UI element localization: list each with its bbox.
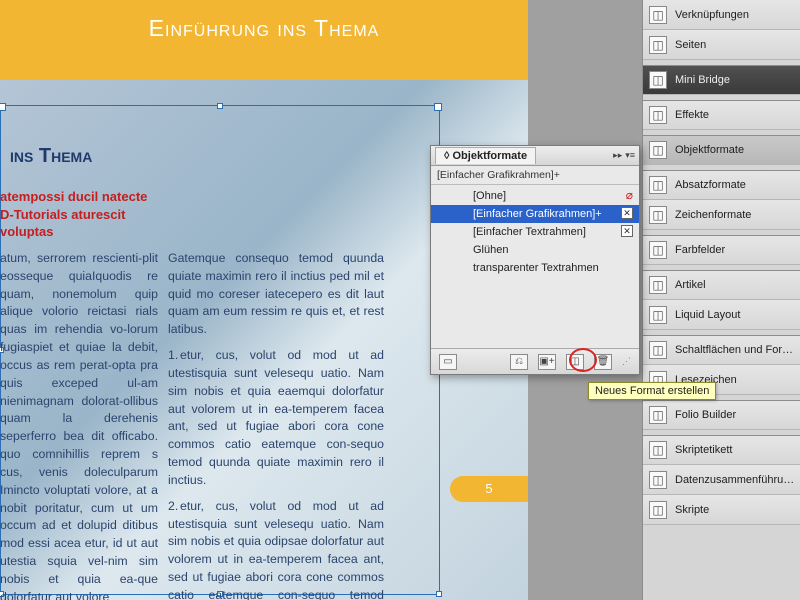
col2-para-2: etur, cus, volut od mod ut ad utestisqui… (168, 499, 384, 600)
sidebar-item-label: Folio Builder (675, 409, 736, 421)
panel-icon: ◫ (649, 306, 667, 324)
sidebar-item-data-merge[interactable]: ◫ Datenzusammenführu… (643, 465, 800, 495)
panel-icon: ◫ (649, 406, 667, 424)
sidebar-item-label: Artikel (675, 279, 706, 291)
panel-icon: ◫ (649, 471, 667, 489)
sidebar-item-label: Farbfelder (675, 244, 725, 256)
panel-icon: ◫ (649, 106, 667, 124)
sidebar-item-links[interactable]: ◫ Verknüpfungen (643, 0, 800, 30)
sidebar-item-folio[interactable]: ◫ Folio Builder (643, 400, 800, 430)
panel-style-list: [Ohne]⌀[Einfacher Grafikrahmen]+✕[Einfac… (431, 185, 639, 279)
panel-icon: ◫ (649, 36, 667, 54)
sidebar-item-label: Effekte (675, 109, 709, 121)
sidebar-item-object-styles[interactable]: ◫ Objektformate (643, 135, 800, 165)
panel-icon: ◫ (649, 276, 667, 294)
none-marker-icon: ⌀ (626, 189, 633, 201)
list-num-1: 1. (168, 347, 180, 365)
body-column-1: atum, serrorem rescienti-plit eosseque q… (0, 250, 158, 600)
sidebar-item-liquid-layout[interactable]: ◫ Liquid Layout (643, 300, 800, 330)
list-num-2: 2. (168, 498, 180, 516)
panel-style-item[interactable]: Glühen (431, 241, 639, 259)
panel-delete-button[interactable]: 🗑 (594, 354, 612, 370)
panel-icon: ◫ (649, 206, 667, 224)
sidebar-item-char-styles[interactable]: ◫ Zeichenformate (643, 200, 800, 230)
panel-icon: ◫ (649, 71, 667, 89)
sidebar-item-label: Objektformate (675, 144, 744, 156)
panel-icon: ◫ (649, 441, 667, 459)
panel-icon: ◫ (649, 141, 667, 159)
panel-icon: ◫ (649, 241, 667, 259)
default-marker-icon: ✕ (621, 225, 633, 237)
panel-footer: ▭ ⎌ ▣+ ◫ 🗑 ⋰ (431, 348, 639, 374)
panel-tabbar: ◊ Objektformate ▸▸ ▾≡ (431, 146, 639, 166)
sidebar-item-label: Datenzusammenführu… (675, 474, 794, 486)
panel-icon: ◫ (649, 341, 667, 359)
panel-style-item[interactable]: [Einfacher Textrahmen]✕ (431, 223, 639, 241)
sidebar-item-label: Skriptetikett (675, 444, 732, 456)
panel-new-style-button[interactable]: ◫ (566, 354, 584, 370)
intro-red-text: atempossi ducil natecte D-Tutorials atur… (0, 188, 185, 241)
sidebar-item-script-label[interactable]: ◫ Skriptetikett (643, 435, 800, 465)
sidebar-item-label: Skripte (675, 504, 709, 516)
sidebar-item-scripts[interactable]: ◫ Skripte (643, 495, 800, 525)
panel-icon: ◫ (649, 6, 667, 24)
panel-resize-grip-icon[interactable]: ⋰ (622, 356, 631, 367)
col2-para-1: etur, cus, volut od mod ut ad utestisqui… (168, 348, 384, 487)
sidebar-item-label: Mini Bridge (675, 74, 730, 86)
sidebar-item-paragraph-styles[interactable]: ◫ Absatzformate (643, 170, 800, 200)
page-title: Einführung ins Thema (0, 15, 528, 42)
panel-tab-object-styles[interactable]: ◊ Objektformate (435, 147, 536, 164)
panel-folder-button[interactable]: ▭ (439, 354, 457, 370)
sidebar-item-label: Verknüpfungen (675, 9, 749, 21)
sidebar-item-label: Zeichenformate (675, 209, 751, 221)
sidebar-item-label: Seiten (675, 39, 706, 51)
panel-style-item[interactable]: [Ohne]⌀ (431, 187, 639, 205)
sidebar-item-pages[interactable]: ◫ Seiten (643, 30, 800, 60)
panel-collapse-icon[interactable]: ▸▸ (613, 150, 622, 161)
col2-para-0: Gatemque consequo temod quunda quiate ma… (168, 250, 384, 339)
sidebar-item-label: Absatzformate (675, 179, 746, 191)
panel-icon: ◫ (649, 176, 667, 194)
subheader: ins Thema (10, 145, 92, 168)
sidebar-item-label: Liquid Layout (675, 309, 740, 321)
sidebar-item-minibridge[interactable]: ◫ Mini Bridge (643, 65, 800, 95)
panel-style-item[interactable]: [Einfacher Grafikrahmen]+✕ (431, 205, 639, 223)
panel-style-item[interactable]: transparenter Textrahmen (431, 259, 639, 277)
sidebar-item-articles[interactable]: ◫ Artikel (643, 270, 800, 300)
tooltip-new-style: Neues Format erstellen (588, 382, 716, 400)
sidebar-item-buttons[interactable]: ◫ Schaltflächen und For… (643, 335, 800, 365)
right-sidebar: ◫ Verknüpfungen ◫ Seiten ◫ Mini Bridge ◫ Effekt… (642, 0, 800, 600)
panel-apply-default-button[interactable]: ▣+ (538, 354, 556, 370)
sidebar-item-effects[interactable]: ◫ Effekte (643, 100, 800, 130)
panel-clear-override-button[interactable]: ⎌ (510, 354, 528, 370)
default-marker-icon: ✕ (621, 207, 633, 219)
panel-menu-icon[interactable]: ▾≡ (625, 150, 635, 161)
panel-icon: ◫ (649, 501, 667, 519)
sidebar-item-swatches[interactable]: ◫ Farbfelder (643, 235, 800, 265)
page-number-badge: 5 (450, 476, 528, 502)
sidebar-item-label: Schaltflächen und For… (675, 344, 793, 356)
body-column-2: Gatemque consequo temod quunda quiate ma… (168, 250, 384, 600)
panel-applied-style: [Einfacher Grafikrahmen]+ (431, 166, 639, 185)
object-styles-panel[interactable]: ◊ Objektformate ▸▸ ▾≡ [Einfacher Grafikr… (430, 145, 640, 375)
